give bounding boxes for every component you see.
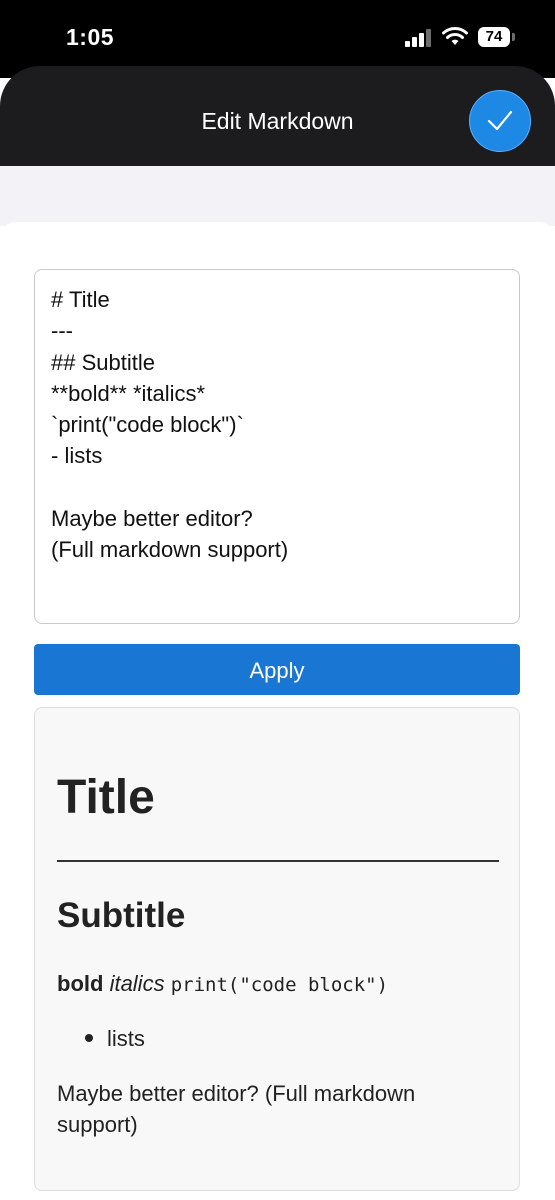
- battery-icon: 74: [478, 27, 510, 47]
- cellular-signal-icon: [405, 29, 433, 47]
- battery-tip: [512, 33, 515, 41]
- status-time: 1:05: [66, 24, 115, 50]
- preview-list-item-text: lists: [107, 1026, 145, 1051]
- bullet-icon: [85, 1034, 93, 1043]
- preview-title: Title: [57, 771, 155, 824]
- preview-horizontal-rule: [57, 860, 499, 862]
- markdown-preview: Title Subtitle bold italics print("code …: [34, 707, 520, 1191]
- preview-list-item: lists: [85, 1026, 145, 1052]
- checkmark-icon: [487, 110, 513, 131]
- nav-bar: Edit Markdown: [0, 66, 555, 166]
- preview-paragraph: Maybe better editor? (Full markdown supp…: [57, 1081, 416, 1137]
- confirm-button[interactable]: [469, 90, 531, 152]
- preview-subtitle: Subtitle: [57, 896, 186, 935]
- preview-inline-line: bold italics print("code block"): [57, 971, 388, 997]
- preview-bold: bold: [57, 971, 104, 996]
- markdown-editor[interactable]: # Title --- ## Subtitle **bold** *italic…: [34, 269, 520, 624]
- sheet-background: [0, 166, 555, 226]
- wifi-icon: [442, 27, 468, 45]
- preview-code: print("code block"): [170, 974, 389, 996]
- preview-italics: italics: [109, 971, 165, 996]
- apply-button[interactable]: Apply: [34, 644, 520, 695]
